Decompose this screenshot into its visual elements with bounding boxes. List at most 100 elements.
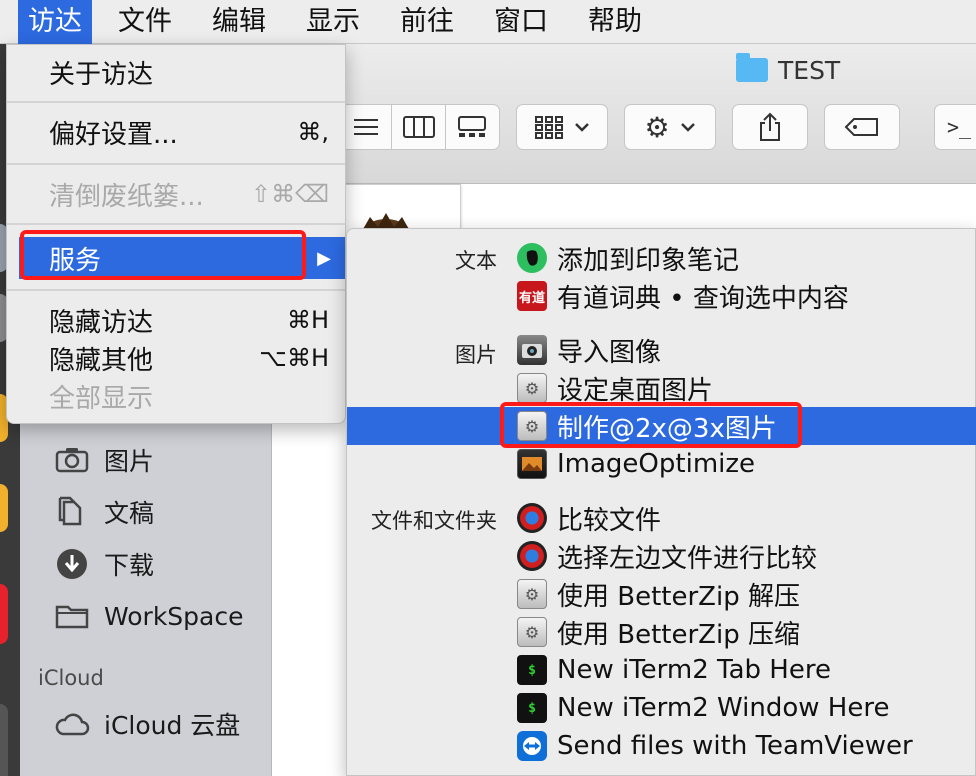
sidebar-item-downloads[interactable]: 下载	[54, 544, 154, 584]
menu-item-label: 隐藏其他	[49, 345, 154, 376]
service-label: 使用 BetterZip 压缩	[557, 619, 800, 650]
service-betterzip-compress[interactable]: 使用 BetterZip 压缩	[347, 613, 976, 651]
menu-item-empty-trash: 清倒废纸篓... ⇧⌘⌫	[7, 175, 345, 213]
menu-item-label: 偏好设置...	[49, 119, 178, 150]
menu-item-label: 清倒废纸篓...	[49, 181, 204, 212]
menu-item-shortcut: ⌘H	[286, 306, 329, 334]
sidebar-item-label: 下载	[104, 551, 155, 580]
menu-item-about[interactable]: 关于访达	[7, 53, 345, 91]
menu-item-hide-others[interactable]: 隐藏其他 ⌥⌘H	[7, 339, 345, 377]
service-label: 比较文件	[557, 505, 662, 536]
service-teamviewer-send[interactable]: Send files with TeamViewer	[347, 727, 976, 765]
service-iterm2-new-tab[interactable]: $ New iTerm2 Tab Here	[347, 651, 976, 689]
dock-app-icon[interactable]	[0, 484, 8, 532]
service-label: Send files with TeamViewer	[557, 731, 913, 761]
imageoptim-icon	[517, 449, 547, 479]
sidebar-item-label: 图片	[104, 447, 155, 476]
menu-separator	[7, 289, 345, 291]
view-gallery-button[interactable]	[446, 105, 499, 149]
menu-file[interactable]: 文件	[118, 0, 172, 44]
sidebar-item-documents[interactable]: 文稿	[54, 492, 154, 532]
workflow-icon	[517, 617, 547, 647]
teamviewer-icon	[517, 731, 547, 761]
folder-icon	[54, 601, 90, 631]
menu-go[interactable]: 前往	[400, 0, 454, 44]
compare-icon	[517, 541, 547, 571]
menu-help[interactable]: 帮助	[588, 0, 642, 44]
submenu-arrow-icon: ▶	[317, 247, 331, 269]
menu-item-shortcut: ⌘,	[297, 118, 329, 146]
annotation-highlight-box	[20, 230, 306, 280]
service-label: 添加到印象笔记	[557, 245, 740, 276]
menu-finder[interactable]: 访达	[18, 0, 92, 44]
gear-icon: ⚙	[644, 110, 670, 144]
service-import-image[interactable]: 导入图像	[347, 331, 976, 369]
chevron-down-icon	[680, 123, 695, 132]
workflow-icon	[517, 579, 547, 609]
view-list-button[interactable]	[341, 105, 393, 149]
sidebar-item-label: iCloud 云盘	[104, 711, 241, 740]
dock-app-icon[interactable]	[0, 704, 8, 776]
chevron-down-icon	[575, 123, 589, 132]
service-betterzip-extract[interactable]: 使用 BetterZip 解压	[347, 575, 976, 613]
grid-icon	[535, 116, 563, 139]
service-label: New iTerm2 Tab Here	[557, 655, 831, 685]
document-icon	[54, 496, 90, 527]
folder-icon	[736, 53, 768, 82]
terminal-button[interactable]: >_	[934, 104, 976, 150]
menu-edit[interactable]: 编辑	[212, 0, 266, 44]
menu-item-label: 隐藏访达	[49, 307, 154, 338]
share-button[interactable]	[732, 104, 808, 150]
window-title-text: TEST	[778, 55, 841, 85]
menu-item-show-all: 全部显示	[7, 377, 345, 415]
menu-item-shortcut: ⇧⌘⌫	[250, 180, 329, 208]
camera-icon	[54, 445, 90, 475]
menu-bar: 访达 文件 编辑 显示 前往 窗口 帮助	[0, 0, 976, 44]
service-label: 使用 BetterZip 解压	[557, 581, 800, 612]
menu-item-label: 全部显示	[49, 383, 154, 414]
view-column-button[interactable]	[392, 105, 446, 149]
service-imageoptimize[interactable]: ImageOptimize	[347, 445, 976, 483]
group-by-button[interactable]	[516, 104, 608, 150]
service-label: 设定桌面图片	[557, 375, 714, 406]
evernote-icon	[517, 243, 547, 273]
service-select-left-compare[interactable]: 选择左边文件进行比较	[347, 537, 976, 575]
sidebar-item-workspace[interactable]: WorkSpace	[54, 596, 244, 636]
services-submenu: 文本 图片 文件和文件夹 添加到印象笔记 有道 有道词典 • 查询选中内容 导入…	[346, 228, 976, 776]
menu-item-hide-finder[interactable]: 隐藏访达 ⌘H	[7, 301, 345, 339]
service-iterm2-new-window[interactable]: $ New iTerm2 Window Here	[347, 689, 976, 727]
service-youdao-lookup[interactable]: 有道 有道词典 • 查询选中内容	[347, 277, 976, 315]
service-label: 选择左边文件进行比较	[557, 543, 818, 574]
service-label: ImageOptimize	[557, 449, 756, 479]
view-mode-control[interactable]	[340, 104, 500, 150]
menu-window[interactable]: 窗口	[494, 0, 548, 44]
annotation-highlight-box	[500, 402, 802, 448]
window-title: TEST	[736, 52, 840, 88]
sidebar-item-icloud-drive[interactable]: iCloud 云盘	[54, 704, 240, 744]
menu-item-preferences[interactable]: 偏好设置... ⌘,	[7, 113, 345, 151]
menu-view[interactable]: 显示	[306, 0, 360, 44]
service-label: New iTerm2 Window Here	[557, 693, 890, 723]
service-add-to-evernote[interactable]: 添加到印象笔记	[347, 239, 976, 277]
menu-separator	[7, 223, 345, 225]
compare-icon	[517, 503, 547, 533]
image-capture-icon	[517, 335, 547, 365]
download-icon	[54, 549, 90, 579]
workflow-icon	[517, 373, 547, 403]
cloud-icon	[54, 709, 90, 739]
tags-button[interactable]	[824, 104, 900, 150]
dock-app-icon[interactable]	[0, 584, 8, 644]
share-icon	[760, 112, 780, 141]
sidebar-item-pictures[interactable]: 图片	[54, 440, 154, 480]
menu-separator	[7, 163, 345, 165]
service-label: 有道词典 • 查询选中内容	[557, 283, 849, 314]
youdao-icon: 有道	[517, 281, 547, 311]
action-button[interactable]: ⚙	[624, 104, 716, 150]
service-compare-files[interactable]: 比较文件	[347, 499, 976, 537]
list-view-icon	[354, 119, 379, 135]
sidebar-item-label: 文稿	[104, 499, 155, 528]
menu-item-label: 关于访达	[49, 59, 154, 90]
gallery-view-icon	[458, 116, 487, 137]
sidebar-section-icloud: iCloud	[38, 666, 104, 690]
column-view-icon	[402, 116, 435, 138]
